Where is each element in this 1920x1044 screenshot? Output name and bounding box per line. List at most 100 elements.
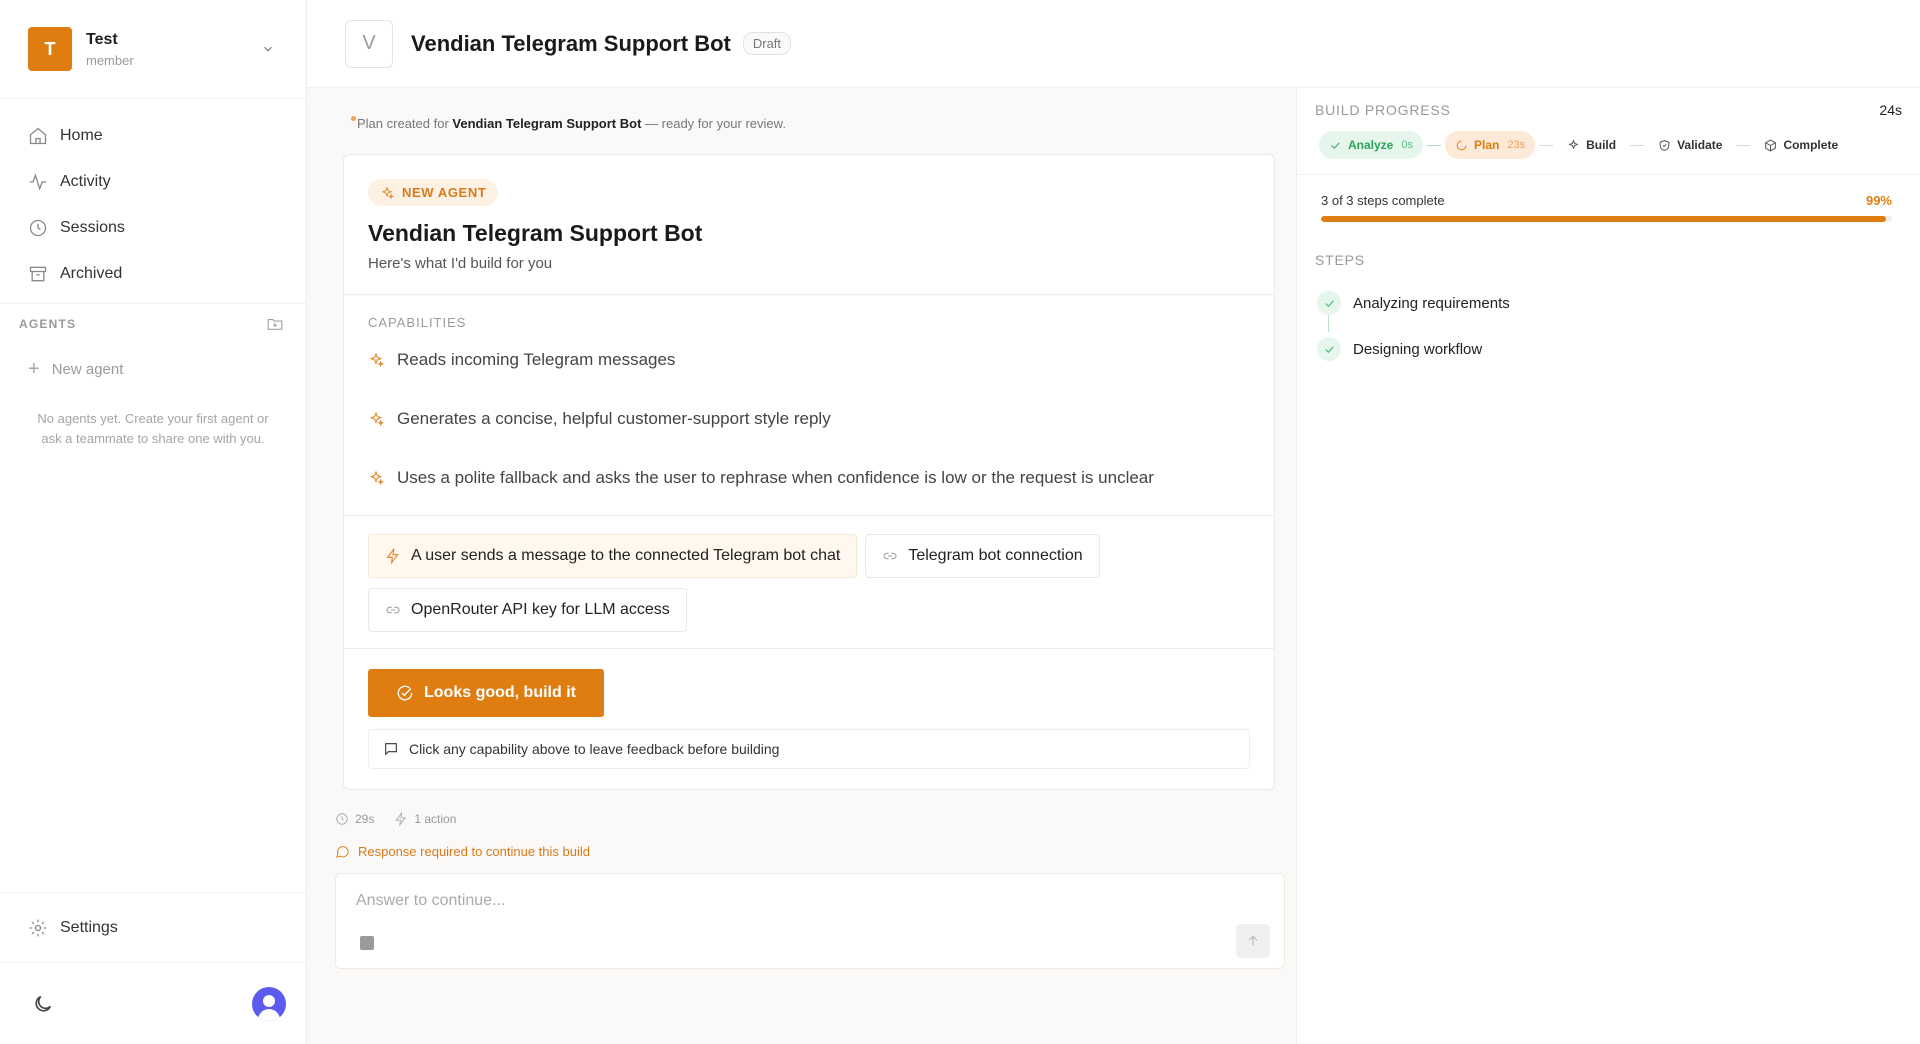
new-agent-label: New agent <box>51 360 124 378</box>
step-item: Analyzing requirements <box>1317 280 1900 326</box>
status-badge: Draft <box>742 32 792 55</box>
message-circle-icon <box>336 846 349 858</box>
build-progress-panel: BUILD PROGRESS 24s Analyze 0s Plan 23s B… <box>1296 88 1920 1044</box>
trigger-text: A user sends a message to the connected … <box>411 547 841 564</box>
nav-item-label: Activity <box>60 173 111 190</box>
step-label: Designing workflow <box>1353 340 1483 358</box>
nav-item-archived[interactable]: Archived <box>0 251 306 297</box>
connection-text: OpenRouter API key for LLM access <box>411 601 670 618</box>
clock-icon <box>29 219 47 237</box>
conversation-panel: Plan created for Vendian Telegram Suppor… <box>307 88 1296 1044</box>
connection-chip-openrouter: OpenRouter API key for LLM access <box>368 588 687 632</box>
new-folder-icon[interactable] <box>266 315 284 333</box>
arrow-up-icon <box>1248 935 1258 946</box>
lightning-icon <box>395 812 407 826</box>
connection-chip-telegram: Telegram bot connection <box>865 534 1100 578</box>
page-title: Vendian Telegram Support Bot <box>411 30 731 56</box>
link-icon <box>386 606 400 614</box>
user-avatar[interactable] <box>252 986 286 1021</box>
top-bar: V Vendian Telegram Support Bot Draft <box>307 0 1920 88</box>
stage-validate: Validate <box>1648 131 1732 159</box>
stage-label: Complete <box>1783 138 1839 152</box>
card-actions: Looks good, build it Click any capabilit… <box>344 649 1274 789</box>
capability-item[interactable]: Generates a concise, helpful customer-su… <box>368 389 1250 448</box>
workspace-name: Test <box>86 30 118 48</box>
stage-analyze: Analyze 0s <box>1319 131 1423 159</box>
workspace-avatar: T <box>28 27 72 71</box>
agents-empty-note: No agents yet. Create your first agent o… <box>37 411 269 446</box>
build-elapsed: 24s <box>1879 102 1902 118</box>
actions-meta: 1 action <box>394 812 456 826</box>
nav-item-label: Sessions <box>60 219 125 236</box>
feedback-hint: Click any capability above to leave feed… <box>368 729 1250 769</box>
package-icon <box>1765 139 1777 151</box>
clock-icon <box>336 813 348 825</box>
progress-summary: 3 of 3 steps complete <box>1321 193 1445 208</box>
step-label: Analyzing requirements <box>1353 294 1510 312</box>
settings-button[interactable]: Settings <box>0 892 306 962</box>
workspace-role: member <box>86 52 134 68</box>
actions-text: 1 action <box>414 812 457 826</box>
capabilities-label: CAPABILITIES <box>368 315 467 330</box>
sparkle-icon <box>369 352 384 367</box>
archive-icon <box>29 266 47 282</box>
moon-icon[interactable] <box>32 993 54 1015</box>
capability-item[interactable]: Uses a polite fallback and asks the user… <box>368 448 1250 507</box>
agents-section-header: AGENTS <box>0 303 306 343</box>
shield-check-icon <box>1659 139 1670 151</box>
capabilities-section: CAPABILITIES Reads incoming Telegram mes… <box>344 295 1274 516</box>
nav-item-activity[interactable]: Activity <box>0 159 306 205</box>
response-required-text: Response required to continue this build <box>358 844 590 859</box>
feedback-hint-text: Click any capability above to leave feed… <box>409 741 780 757</box>
check-circle-icon <box>397 685 413 701</box>
progress-section: 3 of 3 steps complete 99% <box>1297 174 1920 222</box>
send-button[interactable] <box>1236 924 1270 958</box>
check-icon <box>1317 337 1341 361</box>
sparkle-icon <box>369 411 384 426</box>
duration-meta: 29s <box>335 812 374 826</box>
stage-plan: Plan 23s <box>1444 131 1536 159</box>
chevron-down-icon[interactable] <box>258 39 278 59</box>
nav-item-home[interactable]: Home <box>0 113 306 159</box>
build-button[interactable]: Looks good, build it <box>368 669 604 717</box>
plan-note-agent: Vendian Telegram Support Bot <box>452 116 642 131</box>
check-icon <box>1317 291 1341 315</box>
stage-time: 0s <box>1401 139 1413 151</box>
step-item: Designing workflow <box>1317 326 1900 372</box>
steps-label: STEPS <box>1315 252 1365 268</box>
message-square-icon <box>385 743 397 756</box>
activity-icon <box>29 173 47 191</box>
response-required-note: Response required to continue this build <box>335 844 1268 859</box>
duration-text: 29s <box>355 812 375 826</box>
sidebar-footer <box>0 962 306 1044</box>
answer-input[interactable] <box>336 874 1284 910</box>
plan-note: Plan created for Vendian Telegram Suppor… <box>335 114 1268 134</box>
nav-item-sessions[interactable]: Sessions <box>0 205 306 251</box>
composer <box>335 873 1285 969</box>
plan-card: NEW AGENT Vendian Telegram Support Bot H… <box>343 154 1275 790</box>
new-agent-badge: NEW AGENT <box>368 179 499 206</box>
card-title: Vendian Telegram Support Bot <box>368 220 703 246</box>
agents-label: AGENTS <box>19 316 77 331</box>
nav-item-label: Home <box>60 127 103 144</box>
new-agent-button[interactable]: + New agent <box>0 347 306 391</box>
spinner-icon <box>1456 140 1467 150</box>
plan-note-prefix: Plan created for <box>357 116 449 131</box>
trigger-chip: A user sends a message to the connected … <box>368 534 858 578</box>
connection-text: Telegram bot connection <box>908 547 1083 564</box>
workspace-switcher[interactable]: T Test member <box>0 0 306 99</box>
home-icon <box>29 127 47 145</box>
stage-complete: Complete <box>1754 131 1848 159</box>
stage-label: Plan <box>1473 138 1500 152</box>
stage-build: Build <box>1557 131 1626 159</box>
badge-label: NEW AGENT <box>402 185 487 200</box>
stop-icon[interactable] <box>360 936 374 950</box>
capability-item[interactable]: Reads incoming Telegram messages <box>368 330 1250 389</box>
stage-label: Analyze <box>1348 138 1394 152</box>
build-stages: Analyze 0s Plan 23s Build Validate Compl… <box>1297 118 1920 162</box>
requirements-section: A user sends a message to the connected … <box>344 516 1274 649</box>
plus-icon: + <box>28 357 40 380</box>
sparkle-icon <box>369 470 384 485</box>
lightning-icon <box>386 548 399 564</box>
capability-text: Reads incoming Telegram messages <box>397 349 676 369</box>
